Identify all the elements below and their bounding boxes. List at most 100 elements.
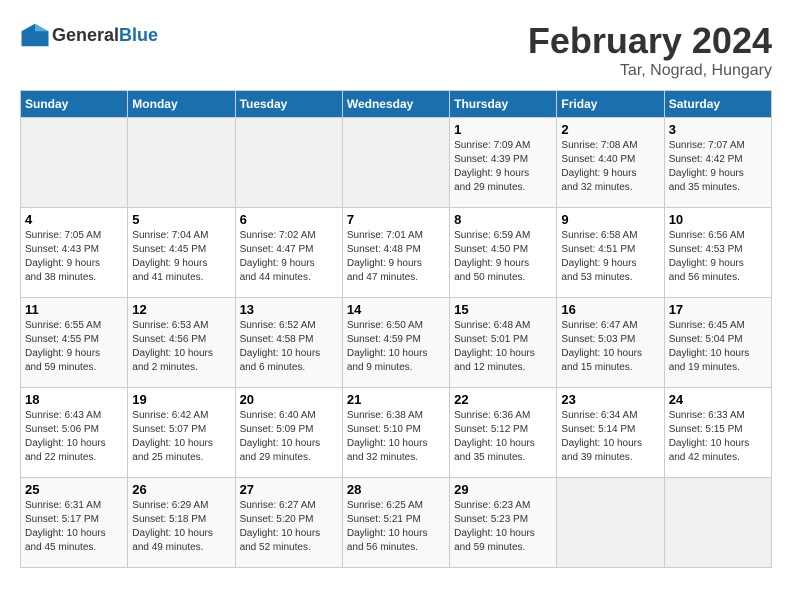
column-header-tuesday: Tuesday	[235, 91, 342, 118]
column-header-saturday: Saturday	[664, 91, 771, 118]
calendar-week-row: 18 Sunrise: 6:43 AM Sunset: 5:06 PM Dayli…	[21, 388, 772, 478]
calendar-cell: 11 Sunrise: 6:55 AM Sunset: 4:55 PM Dayli…	[21, 298, 128, 388]
day-number: 3	[669, 122, 767, 137]
calendar-table: SundayMondayTuesdayWednesdayThursdayFrid…	[20, 90, 772, 568]
day-number: 2	[561, 122, 659, 137]
calendar-cell: 10Sunrise: 6:56 AM Sunset: 4:53 PM Dayli…	[664, 208, 771, 298]
calendar-cell	[128, 118, 235, 208]
logo-icon	[20, 20, 50, 50]
day-number: 22	[454, 392, 552, 407]
calendar-cell: 4Sunrise: 7:05 AM Sunset: 4:43 PM Daylig…	[21, 208, 128, 298]
day-number: 20	[240, 392, 338, 407]
day-number: 26	[132, 482, 230, 497]
column-header-monday: Monday	[128, 91, 235, 118]
calendar-cell: 5Sunrise: 7:04 AM Sunset: 4:45 PM Daylig…	[128, 208, 235, 298]
calendar-header-row: SundayMondayTuesdayWednesdayThursdayFrid…	[21, 91, 772, 118]
calendar-cell: 17 Sunrise: 6:45 AM Sunset: 5:04 PM Dayli…	[664, 298, 771, 388]
day-number: 8	[454, 212, 552, 227]
day-number: 28	[347, 482, 445, 497]
day-info: Sunrise: 6:36 AM Sunset: 5:12 PM Dayligh…	[454, 409, 552, 465]
calendar-cell: 6 Sunrise: 7:02 AM Sunset: 4:47 PM Daylig…	[235, 208, 342, 298]
calendar-cell	[664, 478, 771, 568]
day-info: Sunrise: 7:07 AM Sunset: 4:42 PM Dayligh…	[669, 139, 767, 195]
calendar-week-row: 25 Sunrise: 6:31 AM Sunset: 5:17 PM Dayli…	[21, 478, 772, 568]
day-number: 16	[561, 302, 659, 317]
logo: GeneralBlue	[20, 20, 158, 50]
day-number: 9	[561, 212, 659, 227]
day-number: 15	[454, 302, 552, 317]
column-header-friday: Friday	[557, 91, 664, 118]
calendar-cell: 22 Sunrise: 6:36 AM Sunset: 5:12 PM Dayli…	[450, 388, 557, 478]
calendar-cell: 23 Sunrise: 6:34 AM Sunset: 5:14 PM Dayli…	[557, 388, 664, 478]
calendar-cell: 1 Sunrise: 7:09 AM Sunset: 4:39 PM Daylig…	[450, 118, 557, 208]
day-number: 6	[240, 212, 338, 227]
day-info: Sunrise: 6:23 AM Sunset: 5:23 PM Dayligh…	[454, 499, 552, 555]
calendar-cell	[21, 118, 128, 208]
day-number: 19	[132, 392, 230, 407]
day-number: 23	[561, 392, 659, 407]
day-info: Sunrise: 7:02 AM Sunset: 4:47 PM Dayligh…	[240, 229, 338, 285]
day-number: 25	[25, 482, 123, 497]
calendar-cell: 24 Sunrise: 6:33 AM Sunset: 5:15 PM Dayli…	[664, 388, 771, 478]
day-number: 24	[669, 392, 767, 407]
calendar-cell: 9 Sunrise: 6:58 AM Sunset: 4:51 PM Daylig…	[557, 208, 664, 298]
calendar-cell: 29 Sunrise: 6:23 AM Sunset: 5:23 PM Dayli…	[450, 478, 557, 568]
calendar-cell: 15 Sunrise: 6:48 AM Sunset: 5:01 PM Dayli…	[450, 298, 557, 388]
day-info: Sunrise: 6:48 AM Sunset: 5:01 PM Dayligh…	[454, 319, 552, 375]
title-block: February 2024 Tar, Nograd, Hungary	[528, 20, 772, 80]
calendar-cell: 18 Sunrise: 6:43 AM Sunset: 5:06 PM Dayli…	[21, 388, 128, 478]
calendar-cell: 25 Sunrise: 6:31 AM Sunset: 5:17 PM Dayli…	[21, 478, 128, 568]
day-number: 7	[347, 212, 445, 227]
day-number: 29	[454, 482, 552, 497]
day-number: 13	[240, 302, 338, 317]
day-info: Sunrise: 6:52 AM Sunset: 4:58 PM Dayligh…	[240, 319, 338, 375]
day-number: 17	[669, 302, 767, 317]
day-info: Sunrise: 6:45 AM Sunset: 5:04 PM Dayligh…	[669, 319, 767, 375]
day-info: Sunrise: 6:34 AM Sunset: 5:14 PM Dayligh…	[561, 409, 659, 465]
calendar-cell: 2 Sunrise: 7:08 AM Sunset: 4:40 PM Daylig…	[557, 118, 664, 208]
day-number: 11	[25, 302, 123, 317]
month-year-title: February 2024	[528, 20, 772, 62]
day-info: Sunrise: 6:27 AM Sunset: 5:20 PM Dayligh…	[240, 499, 338, 555]
day-info: Sunrise: 6:53 AM Sunset: 4:56 PM Dayligh…	[132, 319, 230, 375]
calendar-cell: 19 Sunrise: 6:42 AM Sunset: 5:07 PM Dayli…	[128, 388, 235, 478]
day-info: Sunrise: 6:55 AM Sunset: 4:55 PM Dayligh…	[25, 319, 123, 375]
calendar-cell: 8 Sunrise: 6:59 AM Sunset: 4:50 PM Daylig…	[450, 208, 557, 298]
day-number: 4	[25, 212, 123, 227]
calendar-cell: 14Sunrise: 6:50 AM Sunset: 4:59 PM Dayli…	[342, 298, 449, 388]
logo-general-text: General	[52, 25, 119, 45]
day-info: Sunrise: 6:42 AM Sunset: 5:07 PM Dayligh…	[132, 409, 230, 465]
column-header-sunday: Sunday	[21, 91, 128, 118]
day-info: Sunrise: 6:40 AM Sunset: 5:09 PM Dayligh…	[240, 409, 338, 465]
calendar-cell: 27 Sunrise: 6:27 AM Sunset: 5:20 PM Dayli…	[235, 478, 342, 568]
day-number: 12	[132, 302, 230, 317]
day-info: Sunrise: 7:04 AM Sunset: 4:45 PM Dayligh…	[132, 229, 230, 285]
day-number: 27	[240, 482, 338, 497]
day-info: Sunrise: 6:43 AM Sunset: 5:06 PM Dayligh…	[25, 409, 123, 465]
calendar-cell: 20 Sunrise: 6:40 AM Sunset: 5:09 PM Dayli…	[235, 388, 342, 478]
column-header-wednesday: Wednesday	[342, 91, 449, 118]
calendar-cell	[342, 118, 449, 208]
calendar-cell: 21Sunrise: 6:38 AM Sunset: 5:10 PM Dayli…	[342, 388, 449, 478]
day-info: Sunrise: 6:58 AM Sunset: 4:51 PM Dayligh…	[561, 229, 659, 285]
calendar-cell	[557, 478, 664, 568]
column-header-thursday: Thursday	[450, 91, 557, 118]
day-number: 18	[25, 392, 123, 407]
day-info: Sunrise: 6:50 AM Sunset: 4:59 PM Dayligh…	[347, 319, 445, 375]
calendar-cell: 7Sunrise: 7:01 AM Sunset: 4:48 PM Daylig…	[342, 208, 449, 298]
day-number: 1	[454, 122, 552, 137]
location-subtitle: Tar, Nograd, Hungary	[528, 62, 772, 80]
day-number: 10	[669, 212, 767, 227]
day-info: Sunrise: 7:09 AM Sunset: 4:39 PM Dayligh…	[454, 139, 552, 195]
calendar-week-row: 1 Sunrise: 7:09 AM Sunset: 4:39 PM Daylig…	[21, 118, 772, 208]
day-info: Sunrise: 6:38 AM Sunset: 5:10 PM Dayligh…	[347, 409, 445, 465]
day-info: Sunrise: 6:31 AM Sunset: 5:17 PM Dayligh…	[25, 499, 123, 555]
day-info: Sunrise: 6:33 AM Sunset: 5:15 PM Dayligh…	[669, 409, 767, 465]
calendar-cell: 3 Sunrise: 7:07 AM Sunset: 4:42 PM Daylig…	[664, 118, 771, 208]
calendar-cell: 13 Sunrise: 6:52 AM Sunset: 4:58 PM Dayli…	[235, 298, 342, 388]
calendar-week-row: 4Sunrise: 7:05 AM Sunset: 4:43 PM Daylig…	[21, 208, 772, 298]
logo-blue-text: Blue	[119, 25, 158, 45]
day-info: Sunrise: 6:59 AM Sunset: 4:50 PM Dayligh…	[454, 229, 552, 285]
page-header: GeneralBlue February 2024 Tar, Nograd, H…	[20, 20, 772, 80]
day-info: Sunrise: 7:08 AM Sunset: 4:40 PM Dayligh…	[561, 139, 659, 195]
